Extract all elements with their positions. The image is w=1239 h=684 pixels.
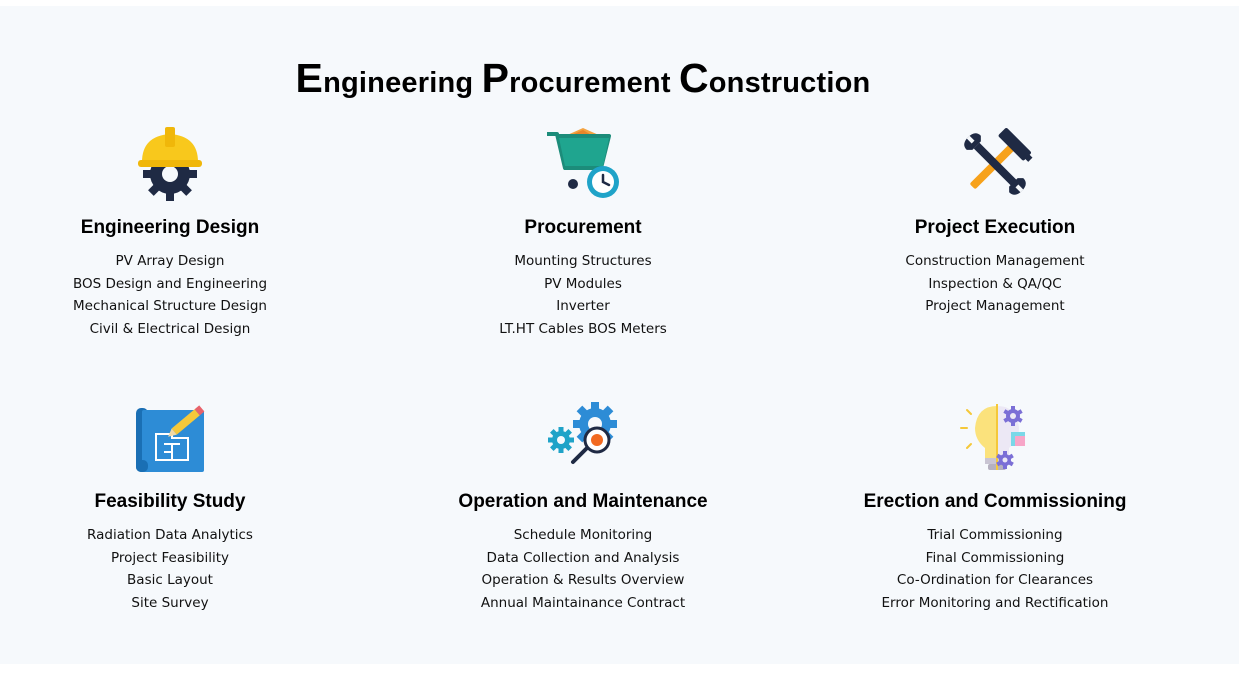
list-item: PV Modules bbox=[544, 275, 622, 292]
list-item: Radiation Data Analytics bbox=[87, 527, 253, 543]
cart-clock-icon bbox=[543, 124, 623, 204]
list-item: Inspection & QA/QC bbox=[928, 275, 1062, 292]
list-item: Basic Layout bbox=[127, 572, 213, 589]
engineer-helmet-gear-icon bbox=[130, 124, 210, 204]
list-item: Site Survey bbox=[131, 595, 209, 612]
bulb-gears-icon bbox=[955, 398, 1035, 478]
list-item: Trial Commissioning bbox=[927, 527, 1063, 543]
list-item: PV Array Design bbox=[115, 253, 225, 269]
title-initial-c: C bbox=[678, 55, 709, 101]
card-title: Project Execution bbox=[914, 217, 1076, 238]
hammer-wrench-icon bbox=[955, 124, 1035, 204]
service-list: PV Array Design BOS Design and Engineeri… bbox=[20, 250, 320, 341]
title-word-construction: onstruction bbox=[708, 67, 871, 99]
list-item: Project Management bbox=[925, 298, 1065, 315]
list-item: LT.HT Cables BOS Meters bbox=[499, 321, 667, 338]
card-title: Engineering Design bbox=[80, 217, 260, 238]
list-item: Inverter bbox=[556, 298, 610, 315]
service-list: Schedule Monitoring Data Collection and … bbox=[433, 524, 733, 615]
list-item: Data Collection and Analysis bbox=[486, 549, 680, 566]
list-item: Error Monitoring and Rectification bbox=[881, 595, 1109, 612]
gears-magnifier-icon bbox=[543, 398, 623, 478]
title-word-engineering: ngineering bbox=[323, 67, 482, 99]
list-item: Annual Maintainance Contract bbox=[480, 595, 686, 612]
service-list: Radiation Data Analytics Project Feasibi… bbox=[20, 524, 320, 615]
card-title: Feasibility Study bbox=[94, 491, 246, 512]
list-item: BOS Design and Engineering bbox=[72, 275, 268, 292]
list-item: Mounting Structures bbox=[514, 253, 652, 269]
title-initial-p: P bbox=[481, 55, 510, 101]
title-word-procurement: rocurement bbox=[509, 67, 679, 99]
service-list: Construction Management Inspection & QA/… bbox=[845, 250, 1145, 318]
list-item: Co-Ordination for Clearances bbox=[896, 572, 1094, 589]
card-title: Erection and Commissioning bbox=[863, 491, 1127, 512]
list-item: Construction Management bbox=[905, 253, 1085, 269]
list-item: Operation & Results Overview bbox=[481, 572, 685, 589]
section-title: Engineering Procurement Construction bbox=[0, 55, 1166, 101]
list-item: Final Commissioning bbox=[925, 549, 1065, 566]
list-item: Project Feasibility bbox=[111, 549, 229, 566]
title-initial-e: E bbox=[295, 55, 324, 101]
list-item: Civil & Electrical Design bbox=[89, 321, 251, 338]
epc-services-section: Engineering Procurement Construction Eng… bbox=[0, 6, 1239, 664]
card-title: Procurement bbox=[524, 217, 642, 238]
service-list: Mounting Structures PV Modules Inverter … bbox=[433, 250, 733, 341]
card-title: Operation and Maintenance bbox=[458, 491, 708, 512]
service-list: Trial Commissioning Final Commissioning … bbox=[845, 524, 1145, 615]
blueprint-pencil-icon bbox=[130, 398, 210, 478]
list-item: Schedule Monitoring bbox=[513, 527, 653, 543]
list-item: Mechanical Structure Design bbox=[73, 298, 267, 315]
